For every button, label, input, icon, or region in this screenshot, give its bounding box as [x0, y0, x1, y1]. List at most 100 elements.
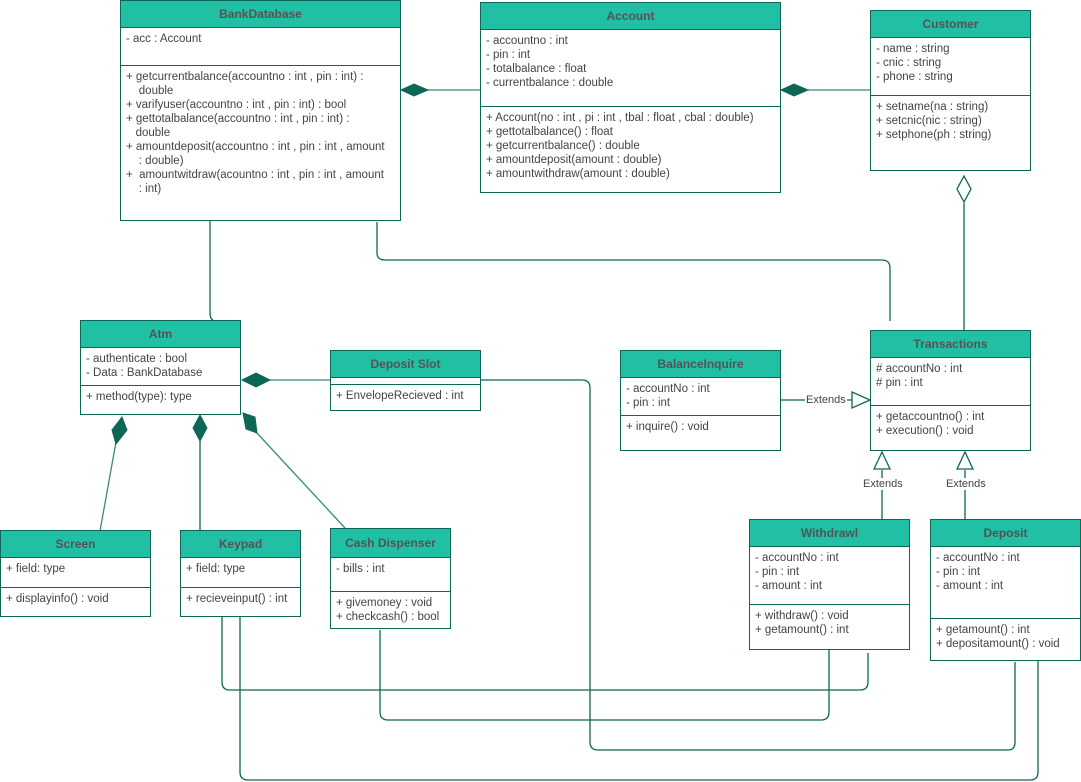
- generalization-arrow-icon: [851, 390, 872, 410]
- attributes-section: + field: type: [181, 558, 300, 588]
- class-name: Withdrawl: [750, 520, 909, 547]
- attribute: # accountNo : int: [876, 363, 963, 375]
- class-bankdatabase[interactable]: BankDatabase - acc : Account + getcurrentb…: [120, 0, 401, 221]
- composition-diamond-icon: [242, 412, 258, 434]
- class-name: Customer: [871, 11, 1030, 38]
- edge-label-extends: Extends: [862, 478, 904, 490]
- method: + getcurrentbalance(accountno : int , pi…: [126, 71, 364, 83]
- generalization-arrow-icon: [872, 450, 892, 470]
- edge-screen-atm: [99, 441, 117, 532]
- method: + execution() : void: [876, 425, 974, 437]
- attribute: - acc : Account: [126, 33, 202, 45]
- method: + withdraw() : void: [755, 610, 849, 622]
- methods-section: + method(type): type: [81, 386, 240, 404]
- method: + setphone(ph : string): [876, 129, 992, 141]
- methods-section: + givemoney : void + checkcash() : bool: [331, 592, 450, 624]
- attributes-section: - accountno : int - pin : int - totalbalan…: [481, 30, 780, 107]
- attribute: - totalbalance : float: [486, 63, 587, 75]
- edge-label-extends: Extends: [945, 478, 987, 490]
- method: + displayinfo() : void: [6, 593, 109, 605]
- composition-diamond-icon: [192, 413, 208, 443]
- methods-section: + setname(na : string) + setcnic(nic : st…: [871, 96, 1030, 142]
- attributes-section: [331, 378, 480, 385]
- method: + inquire() : void: [626, 421, 709, 433]
- uml-class-diagram: Extends Extends Extends BankDatabase - ac…: [0, 0, 1081, 782]
- method: + getaccountno() : int: [876, 411, 985, 423]
- methods-section: + getaccountno() : int + execution() : vo…: [871, 406, 1030, 438]
- attributes-section: # accountNo : int # pin : int: [871, 358, 1030, 406]
- attribute: - accountno : int: [486, 35, 568, 47]
- attributes-section: - accountNo : int - pin : int - amount : i…: [931, 547, 1080, 619]
- composition-diamond-icon: [111, 415, 128, 446]
- method: + getamount() : int: [936, 624, 1030, 636]
- method: + getcurrentbalance() : double: [486, 140, 640, 152]
- attribute: - currentbalance : double: [486, 77, 614, 89]
- methods-section: + inquire() : void: [621, 416, 780, 434]
- method: + getamount() : int: [755, 624, 849, 636]
- method: + method(type): type: [86, 391, 192, 403]
- class-cashdispenser[interactable]: Cash Dispenser - bills : int + givemoney :…: [330, 528, 451, 629]
- method: + amountdeposit(accountno : int , pin : …: [126, 141, 385, 153]
- class-name: Cash Dispenser: [331, 529, 450, 558]
- attribute: - pin : int: [626, 397, 671, 409]
- composition-diamond-icon: [779, 83, 810, 97]
- attributes-section: - accountNo : int - pin : int - amount : i…: [750, 547, 909, 605]
- attribute: - phone : string: [876, 71, 953, 83]
- class-name: Deposit Slot: [331, 351, 480, 378]
- attributes-section: - accountNo : int - pin : int: [621, 378, 780, 416]
- class-account[interactable]: Account - accountno : int - pin : int - tot…: [480, 2, 781, 193]
- class-withdrawl[interactable]: Withdrawl - accountNo : int - pin : int - a…: [749, 519, 910, 650]
- edge-bankdatabase-transactions: [376, 222, 891, 321]
- method: + setname(na : string): [876, 101, 989, 113]
- method: + setcnic(nic : string): [876, 115, 982, 127]
- class-name: Account: [481, 3, 780, 30]
- method: + checkcash() : bool: [336, 611, 440, 623]
- method: + amountwitdraw(acountno : int , pin : i…: [126, 169, 384, 181]
- class-keypad[interactable]: Keypad + field: type + recieveinput() : in…: [180, 530, 301, 617]
- generalization-arrow-icon: [955, 450, 975, 470]
- method: + givemoney : void: [336, 597, 433, 609]
- method: + varifyuser(accountno : int , pin : int…: [126, 99, 347, 111]
- class-atm[interactable]: Atm - authenticate : bool - Data : BankDat…: [80, 320, 241, 415]
- attributes-section: - name : string - cnic : string - phone : …: [871, 38, 1030, 96]
- edge-keypad-deposit: [239, 617, 1039, 781]
- composition-diamond-icon: [240, 372, 272, 388]
- class-depositslot[interactable]: Deposit Slot + EnvelopeRecieved : int: [330, 350, 481, 411]
- method: double: [126, 127, 171, 139]
- methods-section: + Account(no : int , pi : int , tbal : f…: [481, 107, 780, 181]
- method: + amountwithdraw(amount : double): [486, 168, 670, 180]
- composition-diamond-icon: [399, 83, 430, 97]
- attribute: - amount : int: [755, 580, 823, 592]
- method: + depositamount() : void: [936, 638, 1060, 650]
- attribute: - name : string: [876, 43, 950, 55]
- attribute: - accountNo : int: [936, 552, 1020, 564]
- attribute: - Data : BankDatabase: [86, 367, 203, 379]
- methods-section: + withdraw() : void + getamount() : int: [750, 605, 909, 637]
- edge-cashdispenser-atm: [255, 431, 346, 529]
- class-name: Transactions: [871, 331, 1030, 358]
- attribute: - pin : int: [755, 566, 800, 578]
- method: : int): [126, 183, 162, 195]
- class-customer[interactable]: Customer - name : string - cnic : string - …: [870, 10, 1031, 171]
- attribute: + field: type: [6, 563, 66, 575]
- aggregation-diamond-icon: [956, 174, 972, 204]
- attribute: # pin : int: [876, 377, 923, 389]
- method: + Account(no : int , pi : int , tbal : f…: [486, 112, 754, 124]
- attributes-section: - authenticate : bool - Data : BankDataba…: [81, 348, 240, 386]
- methods-section: + getamount() : int + depositamount() : v…: [931, 619, 1080, 651]
- attribute: - amount : int: [936, 580, 1004, 592]
- methods-section: + recieveinput() : int: [181, 588, 300, 606]
- method: + recieveinput() : int: [186, 593, 288, 605]
- attributes-section: - bills : int: [331, 558, 450, 592]
- attributes-section: - acc : Account: [121, 28, 400, 66]
- method: double: [126, 85, 174, 97]
- attribute: - bills : int: [336, 563, 385, 575]
- methods-section: + getcurrentbalance(accountno : int , pi…: [121, 66, 400, 196]
- class-balanceinquire[interactable]: BalanceInquire - accountNo : int - pin : i…: [620, 350, 781, 451]
- class-deposit[interactable]: Deposit - accountNo : int - pin : int - amo…: [930, 519, 1081, 661]
- method: + EnvelopeRecieved : int: [336, 390, 464, 402]
- class-transactions[interactable]: Transactions # accountNo : int # pin : int…: [870, 330, 1031, 451]
- methods-section: + EnvelopeRecieved : int: [331, 385, 480, 403]
- class-screen[interactable]: Screen + field: type + displayinfo() : voi…: [0, 530, 151, 617]
- edge-label-extends: Extends: [805, 394, 847, 406]
